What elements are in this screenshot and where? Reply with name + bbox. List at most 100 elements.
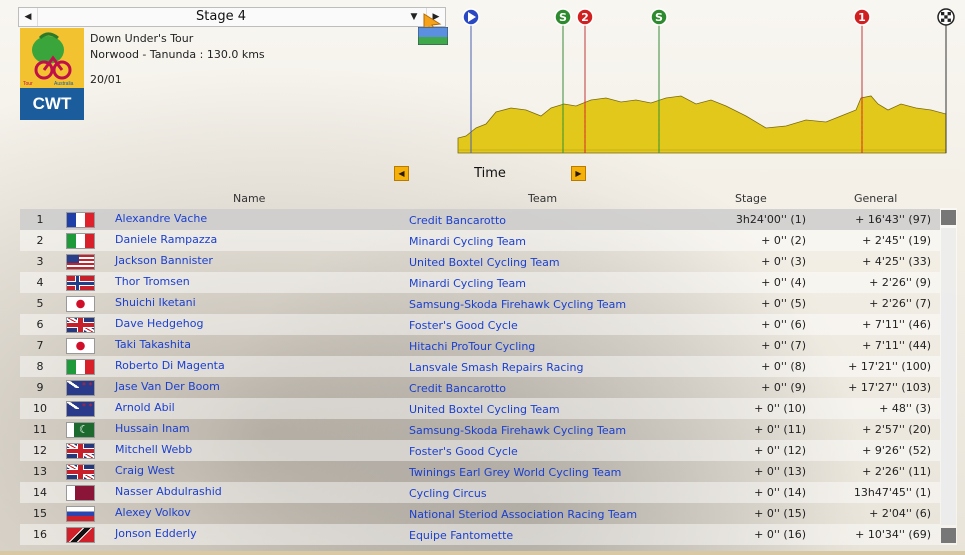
table-row[interactable]: 7 Taki Takashita Hitachi ProTour Cycling + …	[20, 335, 940, 356]
stage-time: + 0'' (15)	[754, 507, 806, 520]
team-name-link[interactable]: Minardi Cycling Team	[409, 230, 526, 253]
general-time: + 16'43'' (97)	[855, 213, 931, 226]
row-position: 3	[36, 255, 44, 268]
race-logo-emblem: Tour Australia	[20, 28, 84, 88]
table-row[interactable]: 10 Arnold Abil United Boxtel Cycling Team +…	[20, 398, 940, 419]
rider-name-link[interactable]: Dave Hedgehog	[115, 314, 203, 333]
row-position: 8	[36, 360, 44, 373]
stage-time: + 0'' (6)	[761, 318, 806, 331]
previous-view-button[interactable]: ◀	[394, 166, 409, 181]
stage-time: + 0'' (13)	[754, 465, 806, 478]
table-row[interactable]: 5 Shuichi Iketani Samsung-Skoda Firehawk C…	[20, 293, 940, 314]
rider-name-link[interactable]: Nasser Abdulrashid	[115, 482, 222, 501]
country-flag-icon	[66, 233, 95, 249]
scrollbar[interactable]	[940, 208, 957, 545]
table-row[interactable]: 6 Dave Hedgehog Foster's Good Cycle + 0'' (…	[20, 314, 940, 335]
rider-name-link[interactable]: Mitchell Webb	[115, 440, 192, 459]
rider-name-link[interactable]: Jackson Bannister	[115, 251, 213, 270]
rider-name-link[interactable]: Jonson Edderly	[115, 524, 197, 543]
team-name-link[interactable]: National Steriod Association Racing Team	[409, 503, 637, 526]
row-position: 10	[33, 402, 47, 415]
row-position: 11	[33, 423, 47, 436]
rider-name-link[interactable]: Daniele Rampazza	[115, 230, 217, 249]
start-marker-icon	[462, 8, 480, 26]
svg-text:1: 1	[858, 11, 866, 24]
stage-time: + 0'' (4)	[761, 276, 806, 289]
stage-profile-chart: S 2 S 1	[457, 8, 955, 154]
scroll-up-button[interactable]	[941, 210, 956, 225]
scroll-down-button[interactable]	[941, 528, 956, 543]
country-flag-icon	[66, 296, 95, 312]
general-time: + 48'' (3)	[879, 402, 931, 415]
table-row[interactable]: 1 Alexandre Vache Credit Bancarotto 3h24'00…	[20, 209, 940, 230]
svg-text:S: S	[655, 11, 663, 24]
svg-text:Australia: Australia	[54, 81, 74, 87]
rider-name-link[interactable]: Roberto Di Magenta	[115, 356, 225, 375]
table-row[interactable]: 4 Thor Tromsen Minardi Cycling Team + 0'' (…	[20, 272, 940, 293]
svg-text:Tour: Tour	[23, 81, 33, 87]
rider-name-link[interactable]: Craig West	[115, 461, 175, 480]
general-time: + 17'21'' (100)	[848, 360, 931, 373]
rider-name-link[interactable]: Jase Van Der Boom	[115, 377, 220, 396]
column-header-name[interactable]: Name	[233, 192, 265, 205]
general-time: + 2'26'' (11)	[862, 465, 931, 478]
previous-stage-arrow-icon[interactable]: ◀	[19, 8, 38, 26]
rider-name-link[interactable]: Shuichi Iketani	[115, 293, 196, 312]
table-row[interactable]: 3 Jackson Bannister United Boxtel Cycling …	[20, 251, 940, 272]
stage-time: + 0'' (9)	[761, 381, 806, 394]
column-header-team[interactable]: Team	[528, 192, 557, 205]
stage-time: 3h24'00'' (1)	[735, 213, 806, 226]
team-name-link[interactable]: Cycling Circus	[409, 482, 487, 505]
team-name-link[interactable]: Twinings Earl Grey World Cycling Team	[409, 461, 621, 484]
column-header-stage[interactable]: Stage	[735, 192, 767, 205]
table-row[interactable]: 15 Alexey Volkov National Steriod Associat…	[20, 503, 940, 524]
rider-name-link[interactable]: Arnold Abil	[115, 398, 175, 417]
row-position: 16	[33, 528, 47, 541]
map-icon[interactable]	[418, 27, 448, 45]
team-name-link[interactable]: Credit Bancarotto	[409, 377, 506, 400]
svg-text:2: 2	[581, 11, 589, 24]
table-row[interactable]: 14 Nasser Abdulrashid Cycling Circus + 0'' …	[20, 482, 940, 503]
team-name-link[interactable]: Foster's Good Cycle	[409, 314, 518, 337]
team-name-link[interactable]: United Boxtel Cycling Team	[409, 398, 560, 421]
sprint-marker-icon: S	[650, 8, 668, 26]
team-name-link[interactable]: Samsung-Skoda Firehawk Cycling Team	[409, 419, 626, 442]
table-row[interactable]: 16 Jonson Edderly Equipe Fantomette + 0'' (…	[20, 524, 940, 545]
table-row[interactable]: 8 Roberto Di Magenta Lansvale Smash Repair…	[20, 356, 940, 377]
row-position: 6	[36, 318, 44, 331]
row-position: 13	[33, 465, 47, 478]
team-name-link[interactable]: Samsung-Skoda Firehawk Cycling Team	[409, 293, 626, 316]
country-flag-icon	[66, 359, 95, 375]
climb-marker-icon: 1	[853, 8, 871, 26]
country-flag-icon	[66, 380, 95, 396]
country-flag-icon	[66, 506, 95, 522]
general-time: + 2'45'' (19)	[862, 234, 931, 247]
team-name-link[interactable]: Hitachi ProTour Cycling	[409, 335, 535, 358]
table-row[interactable]: 2 Daniele Rampazza Minardi Cycling Team + 0…	[20, 230, 940, 251]
table-row[interactable]: 13 Craig West Twinings Earl Grey World Cyc…	[20, 461, 940, 482]
table-row[interactable]: 11 Hussain Inam Samsung-Skoda Firehawk Cyc…	[20, 419, 940, 440]
stage-time: + 0'' (7)	[761, 339, 806, 352]
country-flag-icon	[66, 254, 95, 270]
stage-selector[interactable]: ◀ Stage 4 ▼ ▶	[18, 7, 446, 27]
country-flag-icon	[66, 275, 95, 291]
rider-name-link[interactable]: Alexandre Vache	[115, 209, 207, 228]
team-name-link[interactable]: Lansvale Smash Repairs Racing	[409, 356, 583, 379]
team-name-link[interactable]: Minardi Cycling Team	[409, 272, 526, 295]
table-row[interactable]: 12 Mitchell Webb Foster's Good Cycle + 0'' …	[20, 440, 940, 461]
team-name-link[interactable]: Credit Bancarotto	[409, 209, 506, 232]
rider-name-link[interactable]: Thor Tromsen	[115, 272, 190, 291]
rider-name-link[interactable]: Taki Takashita	[115, 335, 191, 354]
next-view-button[interactable]: ▶	[571, 166, 586, 181]
table-row[interactable]: 9 Jase Van Der Boom Credit Bancarotto + 0''…	[20, 377, 940, 398]
general-time: + 2'57'' (20)	[862, 423, 931, 436]
country-flag-icon	[66, 485, 95, 501]
column-header-general[interactable]: General	[854, 192, 897, 205]
scroll-thumb[interactable]	[941, 228, 956, 525]
rider-name-link[interactable]: Hussain Inam	[115, 419, 190, 438]
team-name-link[interactable]: Foster's Good Cycle	[409, 440, 518, 463]
team-name-link[interactable]: Equipe Fantomette	[409, 524, 513, 547]
team-name-link[interactable]: United Boxtel Cycling Team	[409, 251, 560, 274]
rider-name-link[interactable]: Alexey Volkov	[115, 503, 191, 522]
general-time: + 7'11'' (44)	[862, 339, 931, 352]
